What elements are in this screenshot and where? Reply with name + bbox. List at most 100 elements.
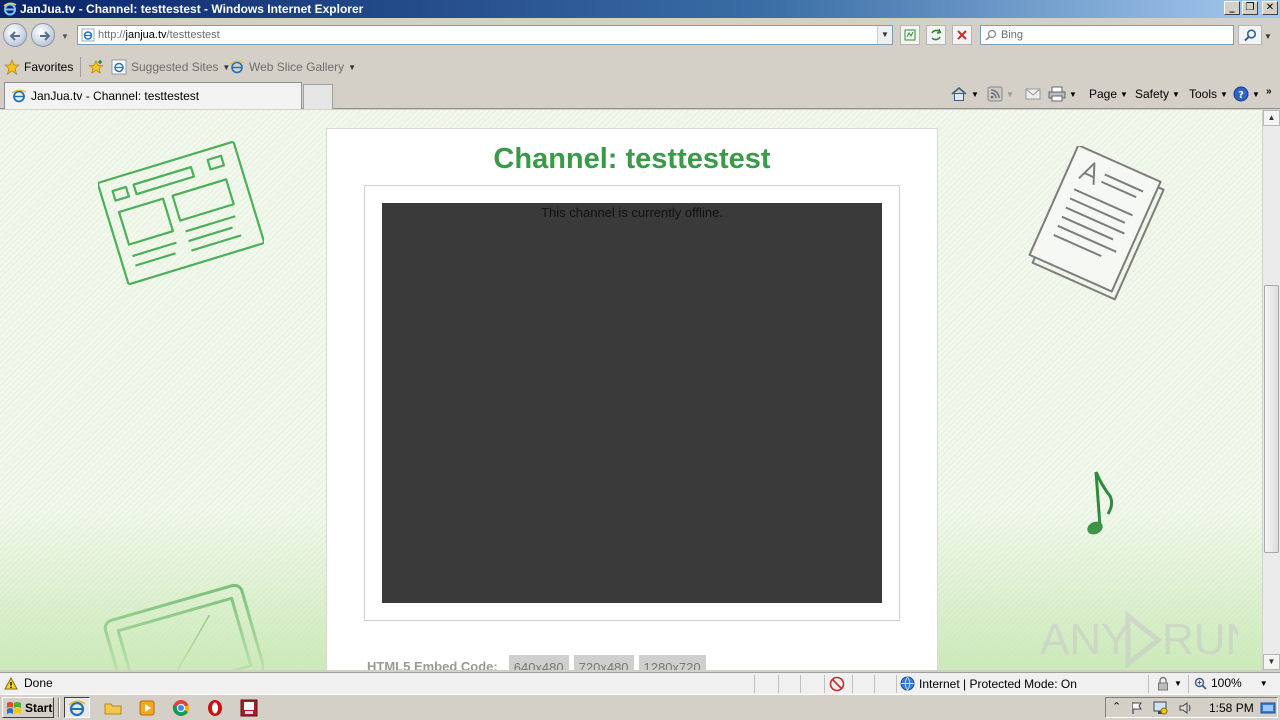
watermark-play-icon <box>1125 610 1163 670</box>
tab-janjua-channel[interactable]: JanJua.tv - Channel: testtestest <box>4 82 302 109</box>
stop-button[interactable] <box>952 25 972 45</box>
taskbar-chrome[interactable] <box>168 697 194 718</box>
document-doodle-icon <box>1028 146 1165 301</box>
help-icon: ? <box>1233 86 1249 102</box>
forward-arrow-icon <box>40 31 51 41</box>
clock[interactable]: 1:58 PM <box>1209 701 1254 715</box>
scroll-thumb[interactable] <box>1264 285 1279 553</box>
url-host: janjua.tv <box>125 29 167 41</box>
url-path: /testtestest <box>166 29 220 41</box>
stop-icon <box>957 30 967 40</box>
forward-button[interactable] <box>31 23 55 47</box>
zoom-icon <box>1194 677 1207 690</box>
tools-dropdown-icon: ▼ <box>1220 89 1228 99</box>
help-button[interactable]: ? ▼ <box>1233 84 1260 104</box>
mail-icon <box>1025 88 1041 100</box>
status-divider <box>824 675 825 693</box>
taskbar-app[interactable] <box>236 697 262 718</box>
print-button[interactable]: ▼ <box>1048 84 1077 104</box>
tools-menu-label: Tools <box>1189 87 1218 101</box>
action-center-flag-icon[interactable] <box>1130 701 1144 715</box>
search-input[interactable]: Bing <box>980 25 1234 45</box>
security-zone[interactable]: Internet | Protected Mode: On <box>900 676 1077 691</box>
search-provider-icon <box>985 29 997 41</box>
show-hidden-icons-icon[interactable]: ⌃ <box>1112 700 1121 713</box>
embed-size-button[interactable]: 720x480 <box>573 655 634 670</box>
restore-button[interactable]: ❐ <box>1242 1 1258 15</box>
taskbar-internet-explorer[interactable] <box>64 697 90 718</box>
video-player[interactable]: This channel is currently offline. <box>382 203 882 603</box>
internet-globe-icon <box>900 676 915 691</box>
newspaper-doodle-icon <box>98 140 264 286</box>
tools-menu-button[interactable]: Tools ▼ <box>1189 84 1228 104</box>
embed-size-button[interactable]: 1280x720 <box>638 655 706 670</box>
music-note-icon <box>1087 471 1114 535</box>
zoom-control[interactable]: 100% ▼ <box>1194 676 1268 690</box>
volume-icon[interactable] <box>1178 701 1194 715</box>
suggested-sites-label: Suggested Sites <box>131 60 219 74</box>
print-dropdown-icon: ▼ <box>1069 89 1077 99</box>
zoom-level: 100% <box>1211 676 1242 690</box>
favorites-button[interactable]: Favorites <box>4 57 73 77</box>
embed-code-label: HTML5 Embed Code: <box>367 659 498 670</box>
popup-blocked-icon[interactable] <box>828 676 846 692</box>
recent-pages-dropdown-icon[interactable]: ▼ <box>61 32 69 41</box>
favorites-divider <box>80 57 81 77</box>
minimize-button[interactable]: _ <box>1224 1 1240 15</box>
taskbar-divider <box>58 698 60 717</box>
ie-taskbar-icon <box>68 699 86 716</box>
network-icon[interactable] <box>1152 701 1168 715</box>
feeds-button[interactable]: ▼ <box>987 84 1014 104</box>
tab-label: JanJua.tv - Channel: testtestest <box>31 89 200 103</box>
scroll-up-button[interactable]: ▲ <box>1263 110 1280 126</box>
add-to-favorites-bar-button[interactable] <box>88 57 105 77</box>
toolbar-chevron-icon[interactable]: » <box>1266 81 1272 101</box>
web-slice-gallery-label: Web Slice Gallery <box>249 60 345 74</box>
embed-code-row: HTML5 Embed Code: 640x480 720x480 1280x7… <box>367 655 706 670</box>
search-options-dropdown-icon[interactable]: ▼ <box>1264 32 1272 41</box>
read-mail-button[interactable] <box>1025 84 1041 104</box>
page-viewport: Channel: testtestest This channel is cur… <box>0 110 1262 670</box>
address-dropdown-button[interactable]: ▼ <box>877 26 892 44</box>
vertical-scrollbar[interactable]: ▲ ▼ <box>1262 110 1280 670</box>
status-divider <box>896 675 897 693</box>
suggested-sites-button[interactable]: Suggested Sites ▼ <box>111 57 230 77</box>
refresh-icon <box>931 28 942 41</box>
warning-icon <box>4 676 18 689</box>
taskbar-explorer[interactable] <box>100 697 126 718</box>
media-player-icon <box>139 700 155 715</box>
anyrun-watermark: ANY RUN <box>1040 610 1238 670</box>
new-tab-button[interactable] <box>303 84 333 109</box>
zoom-dropdown-icon: ▼ <box>1259 678 1268 688</box>
safety-menu-label: Safety <box>1135 87 1170 101</box>
web-slice-gallery-button[interactable]: Web Slice Gallery ▼ <box>229 57 356 77</box>
window-title: JanJua.tv - Channel: testtestest - Windo… <box>20 2 364 16</box>
protected-mode-lock-icon[interactable] <box>1156 676 1170 691</box>
compatibility-view-button[interactable] <box>900 25 920 45</box>
search-icon <box>1244 29 1257 42</box>
refresh-button[interactable] <box>926 25 946 45</box>
status-bar: Done Internet | Protected Mode: On ▼ 100… <box>0 672 1280 694</box>
page-menu-button[interactable]: Page ▼ <box>1089 84 1128 104</box>
close-window-button[interactable]: ✕ <box>1262 1 1278 15</box>
windows-logo-icon <box>7 701 21 714</box>
system-tray: ⌃ 1:58 PM <box>1105 697 1278 718</box>
printer-icon <box>1048 86 1066 102</box>
home-button[interactable]: ▼ <box>950 84 979 104</box>
web-slice-dropdown-icon: ▼ <box>348 62 357 72</box>
safety-menu-button[interactable]: Safety ▼ <box>1135 84 1180 104</box>
scroll-down-button[interactable]: ▼ <box>1263 654 1280 670</box>
search-button[interactable] <box>1238 25 1262 45</box>
back-button[interactable] <box>3 23 27 47</box>
embed-size-button[interactable]: 640x480 <box>508 655 569 670</box>
url-prefix: http:// <box>98 29 126 41</box>
favorites-label: Favorites <box>24 60 74 74</box>
start-button[interactable]: Start <box>2 697 54 718</box>
protected-mode-dropdown-icon[interactable]: ▼ <box>1174 679 1182 688</box>
show-desktop-icon[interactable] <box>1260 701 1276 715</box>
address-input[interactable]: http://janjua.tv/testtestest ▼ <box>77 25 893 45</box>
taskbar-media-player[interactable] <box>134 697 160 718</box>
search-placeholder: Bing <box>1001 29 1024 41</box>
chrome-icon <box>172 699 190 716</box>
taskbar-opera[interactable] <box>202 697 228 718</box>
